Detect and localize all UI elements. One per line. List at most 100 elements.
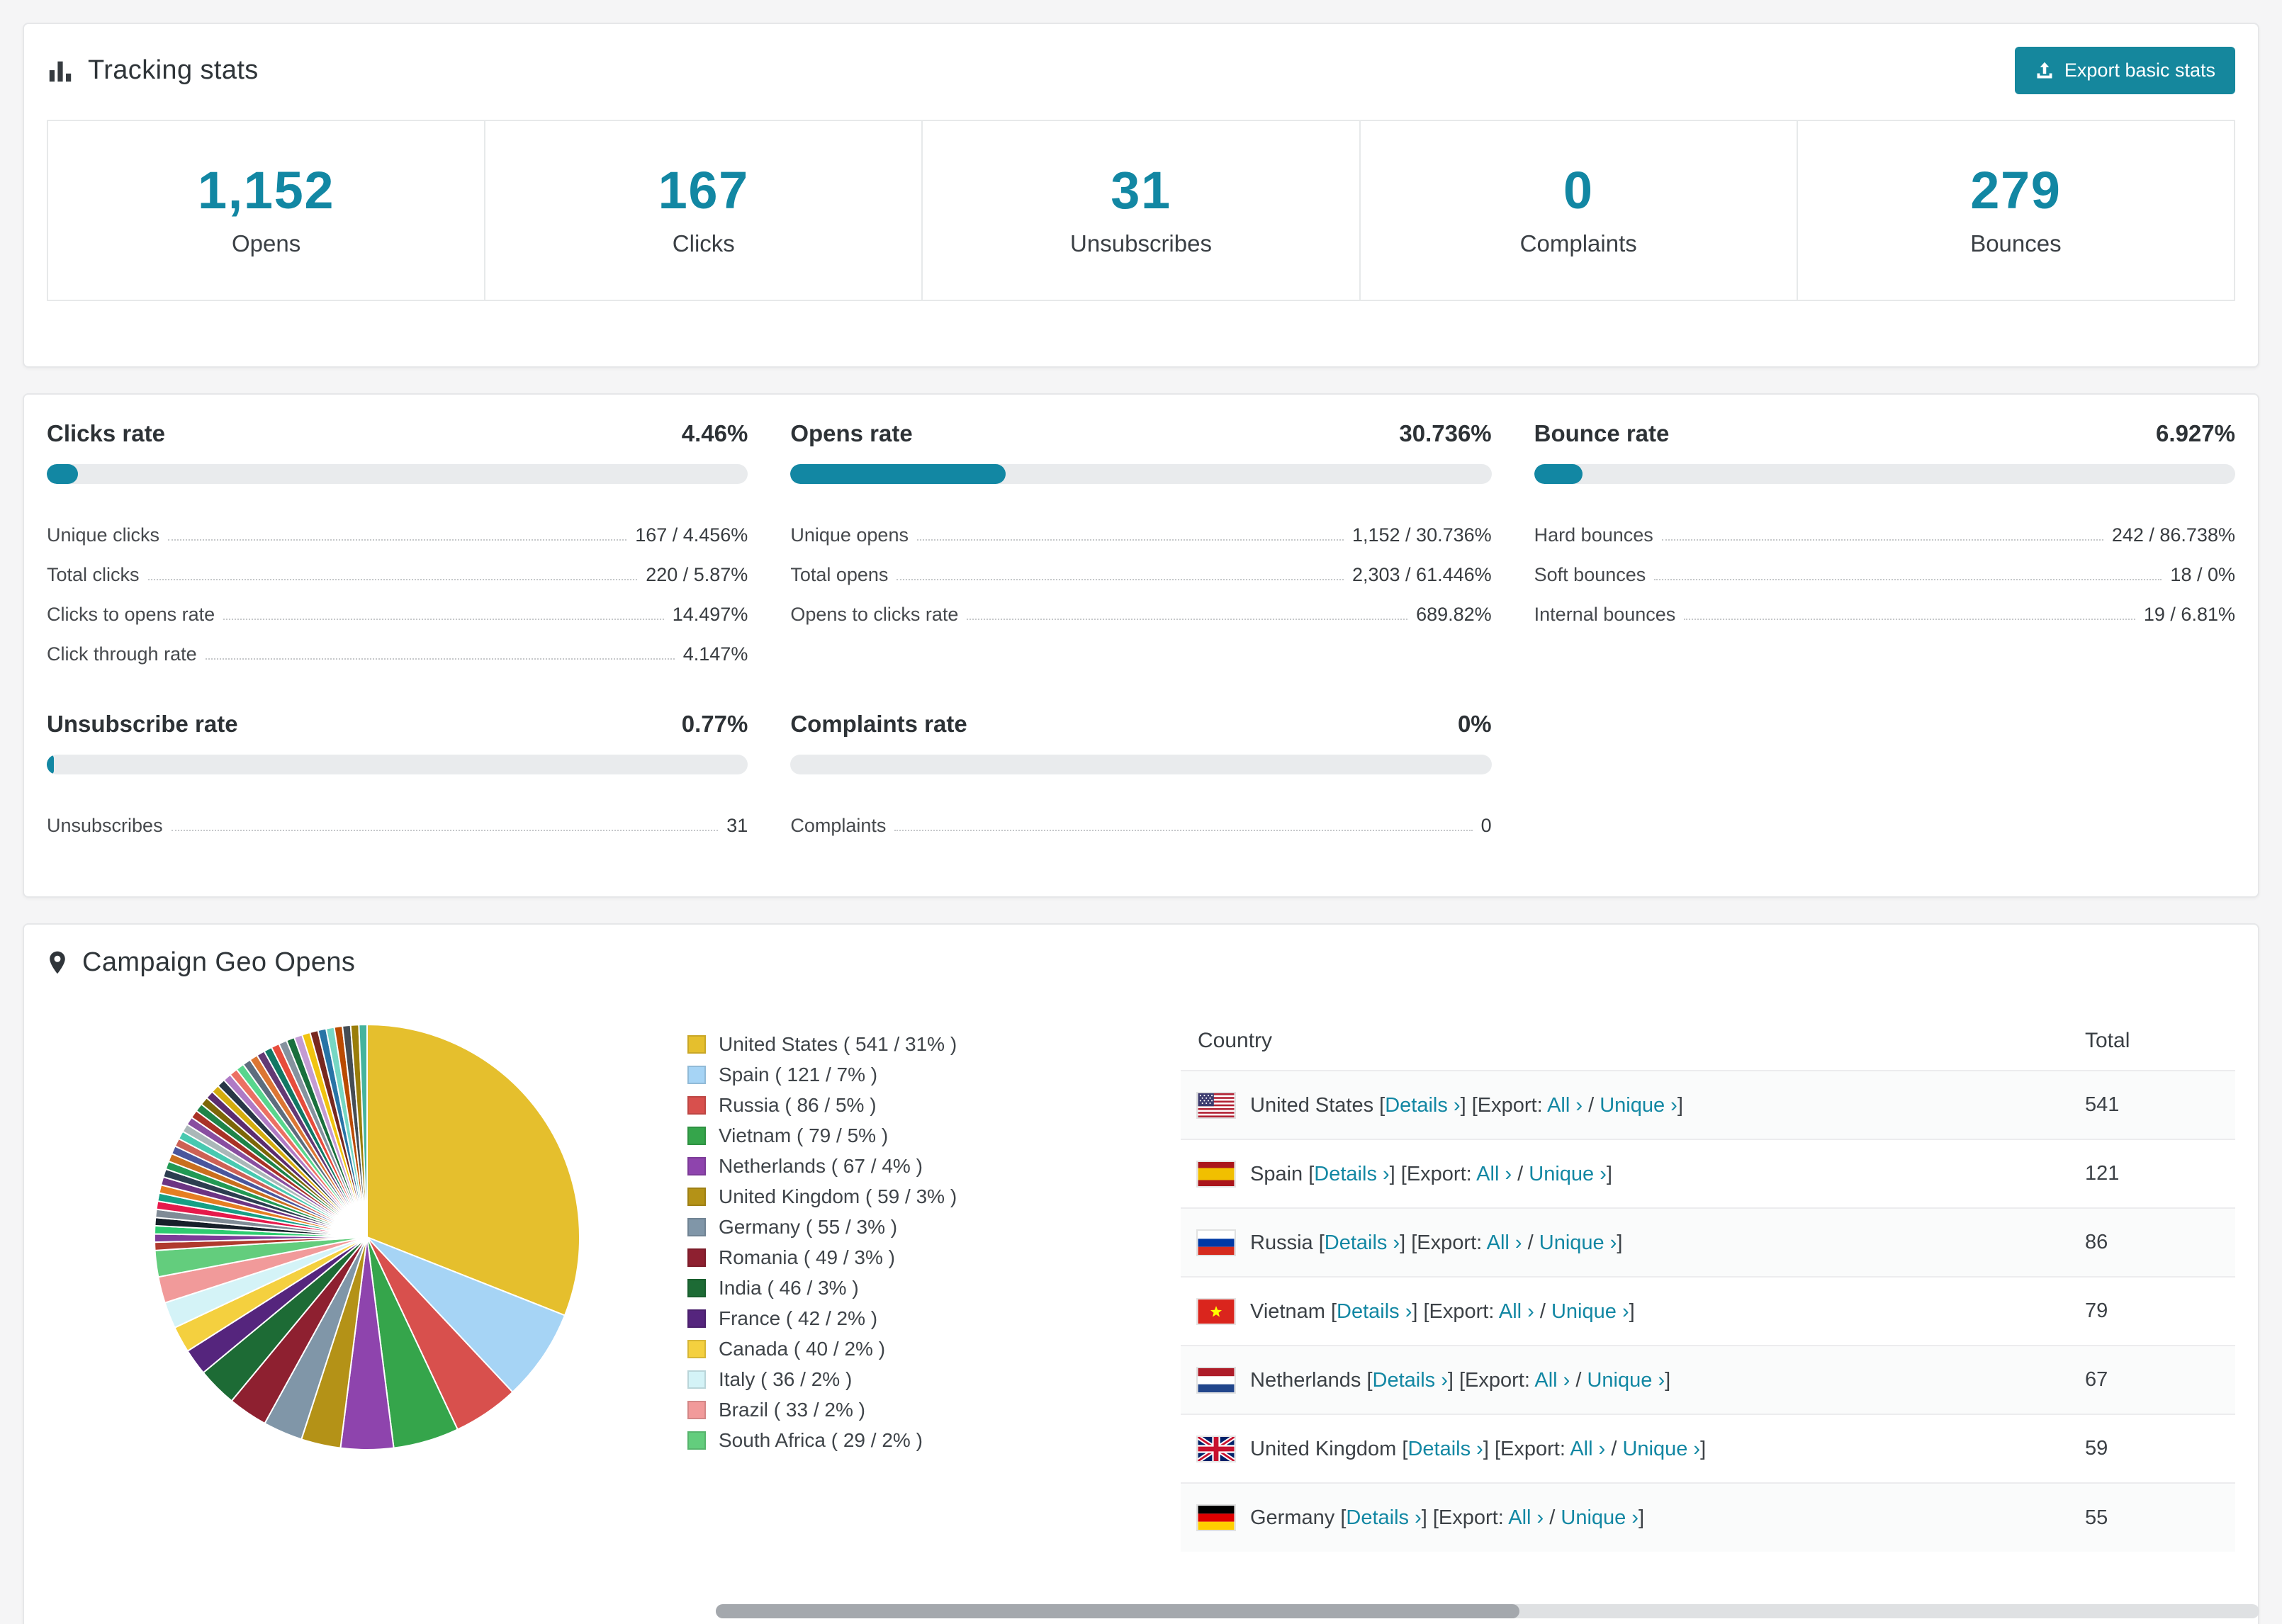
export-prefix: ] [Export:	[1400, 1231, 1487, 1254]
legend-label: Canada ( 40 / 2% )	[719, 1337, 886, 1360]
details-link[interactable]: Details ›	[1325, 1231, 1400, 1254]
country-total: 121	[2068, 1139, 2235, 1208]
legend-item-spain[interactable]: Spain ( 121 / 7% )	[687, 1059, 1181, 1090]
slash: /	[1570, 1368, 1587, 1392]
legend-swatch	[687, 1126, 706, 1145]
geo-content: United States ( 541 / 31% ) Spain ( 121 /…	[24, 995, 2258, 1594]
export-unique-link[interactable]: Unique ›	[1587, 1369, 1665, 1392]
legend-item-vietnam[interactable]: Vietnam ( 79 / 5% )	[687, 1120, 1181, 1151]
geo-title-text: Campaign Geo Opens	[82, 947, 356, 977]
geo-table-row-russia: Russia [Details ›] [Export: All › / Uniq…	[1181, 1207, 2235, 1277]
stat-label: Opens	[231, 230, 301, 256]
export-all-link[interactable]: All ›	[1570, 1438, 1605, 1460]
legend-item-united-states[interactable]: United States ( 541 / 31% )	[687, 1029, 1181, 1059]
stat-value: 167	[658, 161, 749, 220]
rate-progress-fill	[790, 464, 1006, 484]
stat-label: Bounces	[1970, 230, 2062, 256]
rate-progress-fill	[47, 464, 79, 484]
geo-table-body: United States [Details ›] [Export: All ›…	[1181, 1070, 2235, 1552]
export-basic-stats-label: Export basic stats	[2064, 60, 2215, 81]
details-link[interactable]: Details ›	[1314, 1163, 1389, 1185]
stat-card-opens: 1,152 Opens	[48, 121, 484, 300]
geo-table-row-vietnam: Vietnam [Details ›] [Export: All › / Uni…	[1181, 1276, 2235, 1346]
details-link[interactable]: Details ›	[1385, 1094, 1460, 1117]
rate-metric-label: Total opens	[790, 564, 889, 585]
rate-metric-label: Internal bounces	[1534, 604, 1676, 625]
country-total: 59	[2068, 1414, 2235, 1483]
bracket: [	[1318, 1231, 1325, 1254]
legend-item-united-kingdom[interactable]: United Kingdom ( 59 / 3% )	[687, 1181, 1181, 1212]
legend-item-italy[interactable]: Italy ( 36 / 2% )	[687, 1364, 1181, 1394]
legend-swatch	[687, 1065, 706, 1084]
export-all-link[interactable]: All ›	[1476, 1163, 1512, 1185]
export-all-link[interactable]: All ›	[1508, 1506, 1544, 1529]
stat-value: 279	[1970, 161, 2062, 220]
details-link[interactable]: Details ›	[1407, 1438, 1483, 1460]
legend-item-canada[interactable]: Canada ( 40 / 2% )	[687, 1333, 1181, 1364]
export-unique-link[interactable]: Unique ›	[1561, 1506, 1639, 1529]
country-cell: United States [Details ›] [Export: All ›…	[1181, 1070, 2068, 1139]
bracket-close: ]	[1677, 1093, 1683, 1117]
bracket: [	[1366, 1368, 1373, 1392]
geo-legend: United States ( 541 / 31% ) Spain ( 121 /…	[687, 1009, 1181, 1455]
tracking-stats-title: Tracking stats	[47, 55, 259, 86]
rate-metric-label: Hard bounces	[1534, 524, 1653, 546]
legend-swatch	[687, 1095, 706, 1115]
export-unique-link[interactable]: Unique ›	[1539, 1231, 1617, 1254]
legend-item-south-africa[interactable]: South Africa ( 29 / 2% )	[687, 1425, 1181, 1455]
stat-label: Unsubscribes	[1070, 230, 1212, 256]
rate-metric-label: Unsubscribes	[47, 815, 163, 836]
legend-swatch	[687, 1248, 706, 1267]
legend-label: United Kingdom ( 59 / 3% )	[719, 1185, 957, 1207]
legend-item-india[interactable]: India ( 46 / 3% )	[687, 1273, 1181, 1303]
export-all-link[interactable]: All ›	[1487, 1231, 1522, 1254]
details-link[interactable]: Details ›	[1337, 1300, 1412, 1323]
export-unique-link[interactable]: Unique ›	[1529, 1163, 1607, 1185]
details-link[interactable]: Details ›	[1346, 1506, 1421, 1529]
legend-swatch	[687, 1217, 706, 1236]
legend-item-netherlands[interactable]: Netherlands ( 67 / 4% )	[687, 1151, 1181, 1181]
dotted-leader	[147, 579, 638, 580]
slash: /	[1605, 1437, 1623, 1460]
export-all-link[interactable]: All ›	[1499, 1300, 1534, 1323]
rate-metric-value: 31	[726, 815, 748, 836]
legend-label: South Africa ( 29 / 2% )	[719, 1428, 923, 1451]
legend-swatch	[687, 1278, 706, 1297]
horizontal-scrollbar-track[interactable]	[716, 1604, 2259, 1618]
legend-item-france[interactable]: France ( 42 / 2% )	[687, 1303, 1181, 1333]
export-all-link[interactable]: All ›	[1547, 1094, 1583, 1117]
rate-metric-value: 2,303 / 61.446%	[1351, 564, 1492, 585]
rate-metric-row: Complaints 0	[790, 797, 1491, 837]
legend-label: France ( 42 / 2% )	[719, 1307, 878, 1329]
details-link[interactable]: Details ›	[1373, 1369, 1448, 1392]
country-cell: Vietnam [Details ›] [Export: All › / Uni…	[1181, 1276, 2068, 1346]
legend-item-romania[interactable]: Romania ( 49 / 3% )	[687, 1242, 1181, 1273]
rate-metric-label: Soft bounces	[1534, 564, 1646, 585]
export-all-link[interactable]: All ›	[1534, 1369, 1570, 1392]
export-basic-stats-button[interactable]: Export basic stats	[2014, 47, 2235, 94]
rate-metric-value: 220 / 5.87%	[646, 564, 748, 585]
legend-swatch	[687, 1187, 706, 1206]
legend-label: Russia ( 86 / 5% )	[719, 1093, 877, 1116]
rate-metric-value: 18 / 0%	[2170, 564, 2235, 585]
legend-item-brazil[interactable]: Brazil ( 33 / 2% )	[687, 1394, 1181, 1425]
geo-pie-chart	[154, 1023, 581, 1451]
rate-metric-row: Soft bounces 18 / 0%	[1534, 546, 2235, 586]
dotted-leader	[205, 658, 675, 660]
export-unique-link[interactable]: Unique ›	[1551, 1300, 1629, 1323]
horizontal-scrollbar-thumb[interactable]	[716, 1604, 1519, 1618]
export-unique-link[interactable]: Unique ›	[1622, 1438, 1700, 1460]
stat-card-bounces: 279 Bounces	[1796, 121, 2234, 300]
legend-label: Netherlands ( 67 / 4% )	[719, 1154, 923, 1177]
legend-label: United States ( 541 / 31% )	[719, 1032, 957, 1055]
legend-item-russia[interactable]: Russia ( 86 / 5% )	[687, 1090, 1181, 1120]
export-unique-link[interactable]: Unique ›	[1600, 1094, 1677, 1117]
slash: /	[1534, 1299, 1551, 1323]
legend-item-germany[interactable]: Germany ( 55 / 3% )	[687, 1212, 1181, 1242]
legend-swatch	[687, 1309, 706, 1328]
legend-swatch	[687, 1400, 706, 1419]
rate-percent: 30.736%	[1399, 420, 1492, 446]
dotted-leader	[916, 539, 1344, 541]
rate-metric-value: 242 / 86.738%	[2111, 524, 2235, 546]
rate-metric-value: 689.82%	[1416, 604, 1492, 625]
